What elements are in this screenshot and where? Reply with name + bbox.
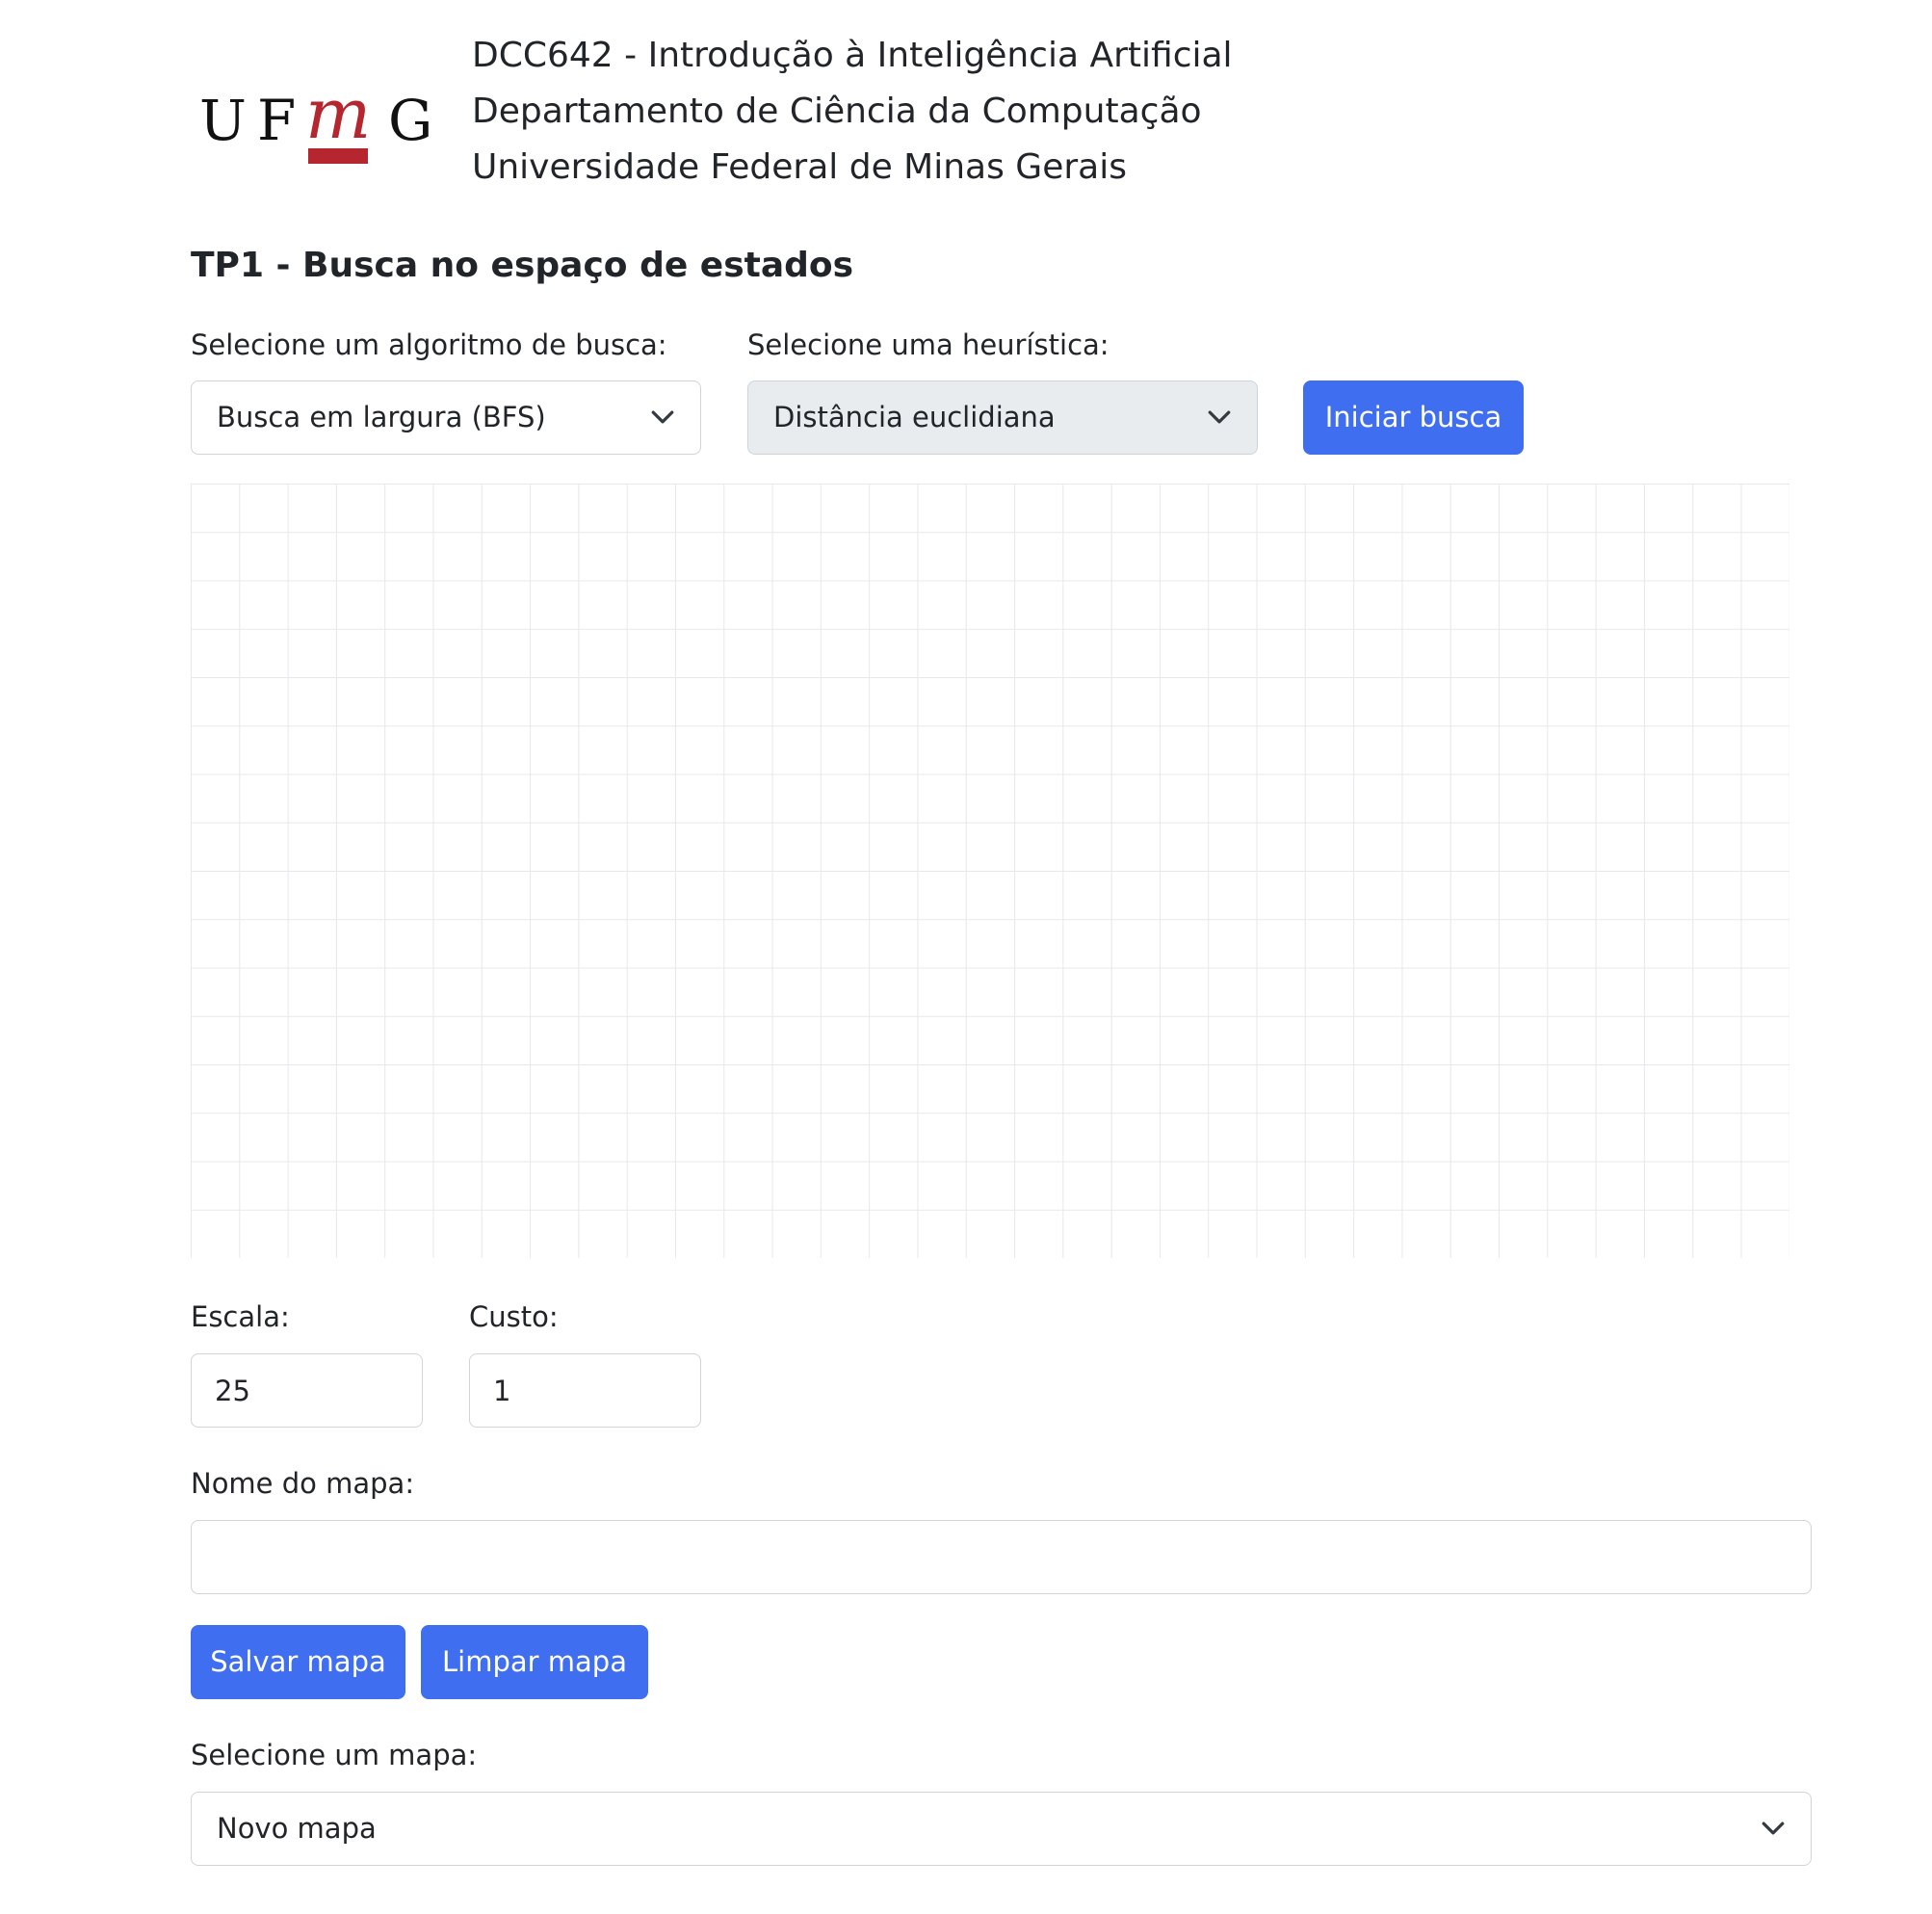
map-name-input[interactable] xyxy=(191,1520,1812,1594)
map-name-label: Nome do mapa: xyxy=(191,1467,415,1500)
start-search-button[interactable]: Iniciar busca xyxy=(1303,380,1524,455)
algorithm-select-value: Busca em largura (BFS) xyxy=(217,401,546,433)
logo-bar xyxy=(308,148,368,164)
map-grid[interactable] xyxy=(191,484,1789,1258)
save-map-button[interactable]: Salvar mapa xyxy=(191,1625,405,1699)
chevron-down-icon xyxy=(1208,410,1231,424)
course-title: DCC642 - Introdução à Inteligência Artif… xyxy=(472,36,1233,75)
heuristic-select-value: Distância euclidiana xyxy=(773,401,1056,433)
map-select-value: Novo mapa xyxy=(217,1812,377,1845)
heuristic-select[interactable]: Distância euclidiana xyxy=(747,380,1258,455)
map-select-label: Selecione um mapa: xyxy=(191,1739,478,1771)
logo-letter-m: m xyxy=(305,73,372,154)
university-name: Universidade Federal de Minas Gerais xyxy=(472,147,1127,187)
cost-label: Custo: xyxy=(469,1300,559,1333)
logo-letter-f: F xyxy=(257,88,297,153)
department-name: Departamento de Ciência da Computação xyxy=(472,92,1202,131)
algorithm-select[interactable]: Busca em largura (BFS) xyxy=(191,380,701,455)
logo-letter-g: G xyxy=(388,88,433,153)
cost-input[interactable] xyxy=(469,1353,701,1428)
scale-label: Escala: xyxy=(191,1300,290,1333)
heuristic-label: Selecione uma heurística: xyxy=(747,328,1110,361)
page-title: TP1 - Busca no espaço de estados xyxy=(191,246,854,285)
algorithm-label: Selecione um algoritmo de busca: xyxy=(191,328,667,361)
chevron-down-icon xyxy=(651,410,674,424)
ufmg-logo: U F m G xyxy=(197,79,438,171)
clear-map-button[interactable]: Limpar mapa xyxy=(421,1625,648,1699)
scale-input[interactable] xyxy=(191,1353,423,1428)
logo-letter-u: U xyxy=(199,88,247,153)
chevron-down-icon xyxy=(1762,1822,1785,1835)
map-select[interactable]: Novo mapa xyxy=(191,1792,1812,1866)
